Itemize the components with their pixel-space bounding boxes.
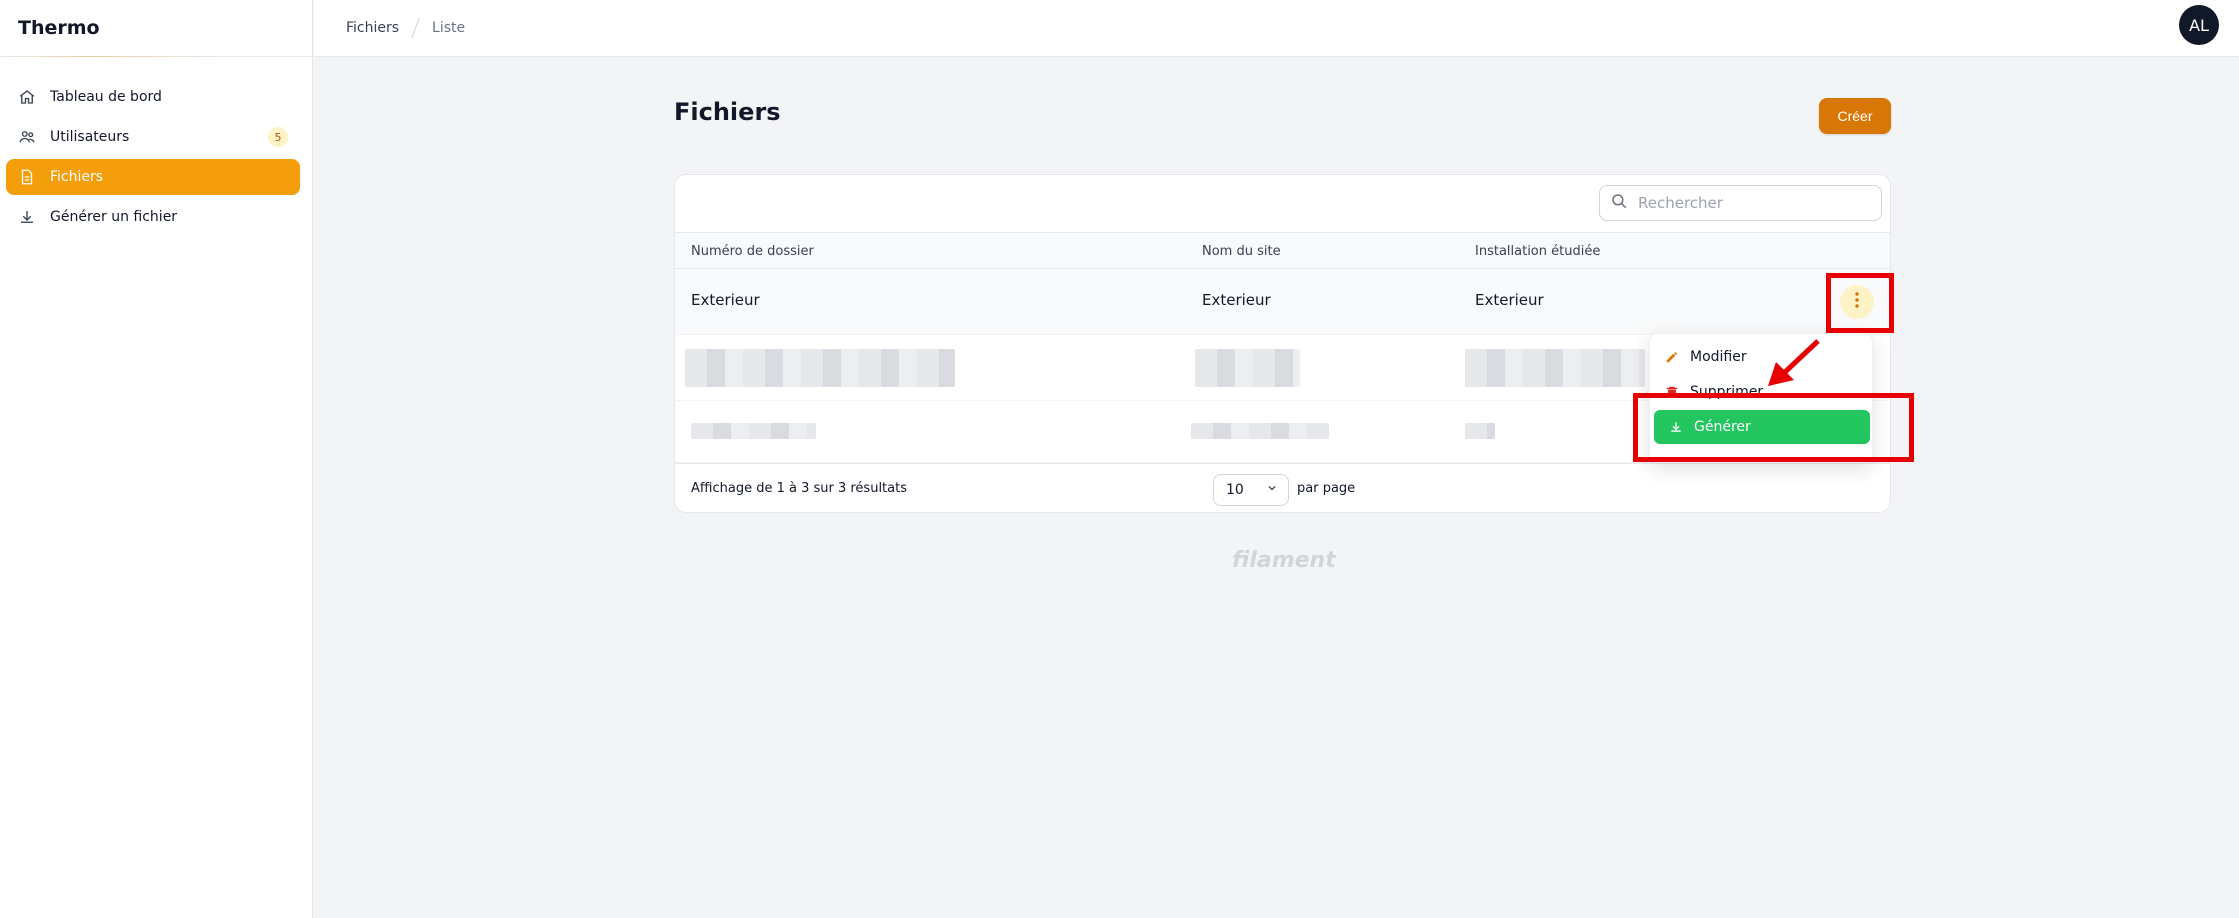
per-page-value: 10	[1226, 482, 1244, 498]
pencil-icon	[1664, 350, 1680, 364]
column-header-installation[interactable]: Installation étudiée	[1475, 244, 1600, 259]
breadcrumb-files[interactable]: Fichiers	[346, 20, 399, 36]
sidebar-item-label: Générer un fichier	[50, 209, 178, 225]
search-box[interactable]	[1599, 185, 1882, 221]
redacted-cell	[1195, 349, 1300, 387]
table-footer: Affichage de 1 à 3 sur 3 résultats 10 pa…	[675, 463, 1890, 512]
per-page-label: par page	[1297, 481, 1356, 496]
sidebar-item-label: Utilisateurs	[50, 129, 130, 145]
sidebar: Thermo Tableau de bord Utilisateurs 5 Fi…	[0, 0, 313, 918]
download-icon	[18, 208, 36, 226]
menu-item-modifier[interactable]: Modifier	[1650, 340, 1872, 374]
cell-site: Exterieur	[1202, 291, 1271, 309]
sidebar-item-dashboard[interactable]: Tableau de bord	[6, 79, 300, 115]
annotation-highlight-generer	[1633, 393, 1914, 462]
home-icon	[18, 88, 36, 106]
sidebar-item-label: Tableau de bord	[50, 89, 162, 105]
sidebar-nav: Tableau de bord Utilisateurs 5 Fichiers …	[0, 57, 312, 235]
menu-item-label: Modifier	[1690, 349, 1747, 365]
annotation-highlight-actions	[1826, 273, 1894, 333]
users-icon	[18, 128, 36, 146]
redacted-cell	[691, 423, 816, 439]
breadcrumb-separator	[411, 17, 420, 39]
topbar: Fichiers Liste AL	[314, 0, 2239, 57]
cell-numero: Exterieur	[691, 291, 760, 309]
per-page-select[interactable]: 10	[1213, 474, 1289, 506]
column-header-numero[interactable]: Numéro de dossier	[691, 244, 814, 259]
sidebar-item-label: Fichiers	[50, 169, 104, 185]
create-button[interactable]: Créer	[1819, 98, 1891, 134]
sidebar-item-users[interactable]: Utilisateurs 5	[6, 119, 300, 155]
search-icon	[1610, 192, 1628, 214]
users-count-badge: 5	[268, 127, 288, 147]
table-header: Numéro de dossier Nom du site Installati…	[675, 232, 1890, 269]
page-title: Fichiers	[674, 98, 781, 126]
app-title[interactable]: Thermo	[0, 0, 312, 57]
avatar[interactable]: AL	[2179, 5, 2219, 45]
annotation-arrow-icon	[1768, 339, 1820, 386]
column-header-site[interactable]: Nom du site	[1202, 244, 1281, 259]
cell-installation: Exterieur	[1475, 291, 1544, 309]
table-row[interactable]: Exterieur Exterieur Exterieur	[675, 269, 1890, 335]
chevron-down-icon	[1266, 482, 1278, 498]
document-icon	[18, 168, 36, 186]
filament-logo: filament	[1232, 548, 1336, 573]
search-input[interactable]	[1638, 194, 1868, 212]
redacted-cell	[1465, 349, 1645, 387]
sidebar-item-files[interactable]: Fichiers	[6, 159, 300, 195]
redacted-cell	[685, 349, 955, 387]
redacted-cell	[1465, 423, 1495, 439]
pagination-summary: Affichage de 1 à 3 sur 3 résultats	[691, 481, 907, 496]
sidebar-item-generate-file[interactable]: Générer un fichier	[6, 199, 300, 235]
redacted-cell	[1191, 423, 1329, 439]
breadcrumb-list: Liste	[432, 20, 466, 36]
